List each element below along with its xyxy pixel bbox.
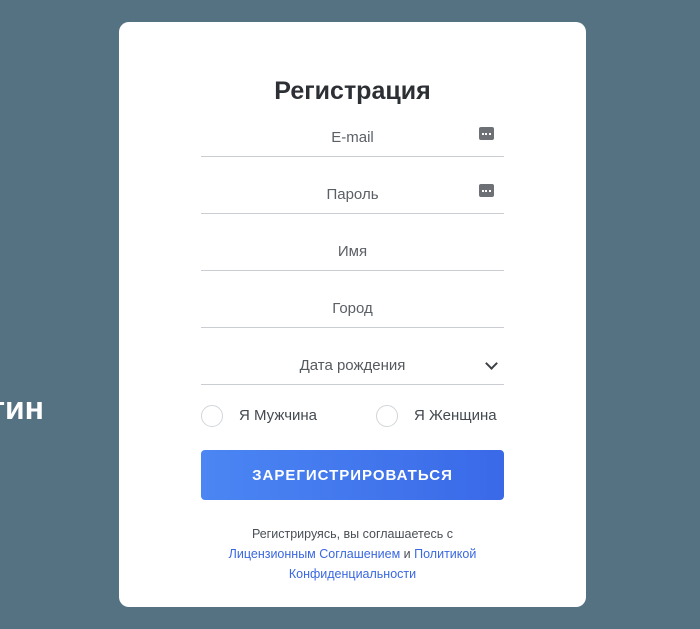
- license-agreement-link[interactable]: Лицензионным Соглашением: [229, 547, 401, 561]
- radio-button-male[interactable]: [201, 405, 223, 427]
- form-title: Регистрация: [274, 77, 431, 105]
- name-input[interactable]: [201, 234, 504, 270]
- email-field-wrapper: [201, 120, 504, 157]
- privacy-policy-link-part2[interactable]: Конфиденциальности: [289, 567, 416, 581]
- city-field-wrapper: [201, 291, 504, 328]
- key-icon[interactable]: [479, 127, 494, 140]
- background-login-text: Логин: [0, 390, 44, 426]
- radio-label-male: Я Мужчина: [239, 407, 318, 424]
- name-field-wrapper: [201, 234, 504, 271]
- key-icon[interactable]: [479, 184, 494, 197]
- terms-prefix: Регистрируясь, вы соглашаетесь с: [251, 527, 454, 541]
- registration-card: Регистрация Дата рождения Я Мужчина Я Же…: [119, 22, 586, 607]
- city-input[interactable]: [201, 291, 504, 327]
- password-field-wrapper: [201, 177, 504, 214]
- birthdate-select[interactable]: Дата рождения: [201, 348, 504, 385]
- radio-button-female[interactable]: [376, 405, 398, 427]
- privacy-policy-link-part1[interactable]: Политикой: [414, 547, 476, 561]
- terms-conjunction: и: [403, 547, 411, 561]
- password-input[interactable]: [201, 177, 504, 213]
- email-input[interactable]: [201, 120, 504, 156]
- birthdate-select-value: Дата рождения: [299, 357, 406, 374]
- register-button[interactable]: ЗАРЕГИСТРИРОВАТЬСЯ: [201, 450, 504, 500]
- gender-radio-group: Я Мужчина Я Женщина: [201, 404, 504, 428]
- terms-text: Регистрируясь, вы соглашаетесь с Лицензи…: [159, 524, 546, 584]
- radio-label-female: Я Женщина: [414, 407, 497, 424]
